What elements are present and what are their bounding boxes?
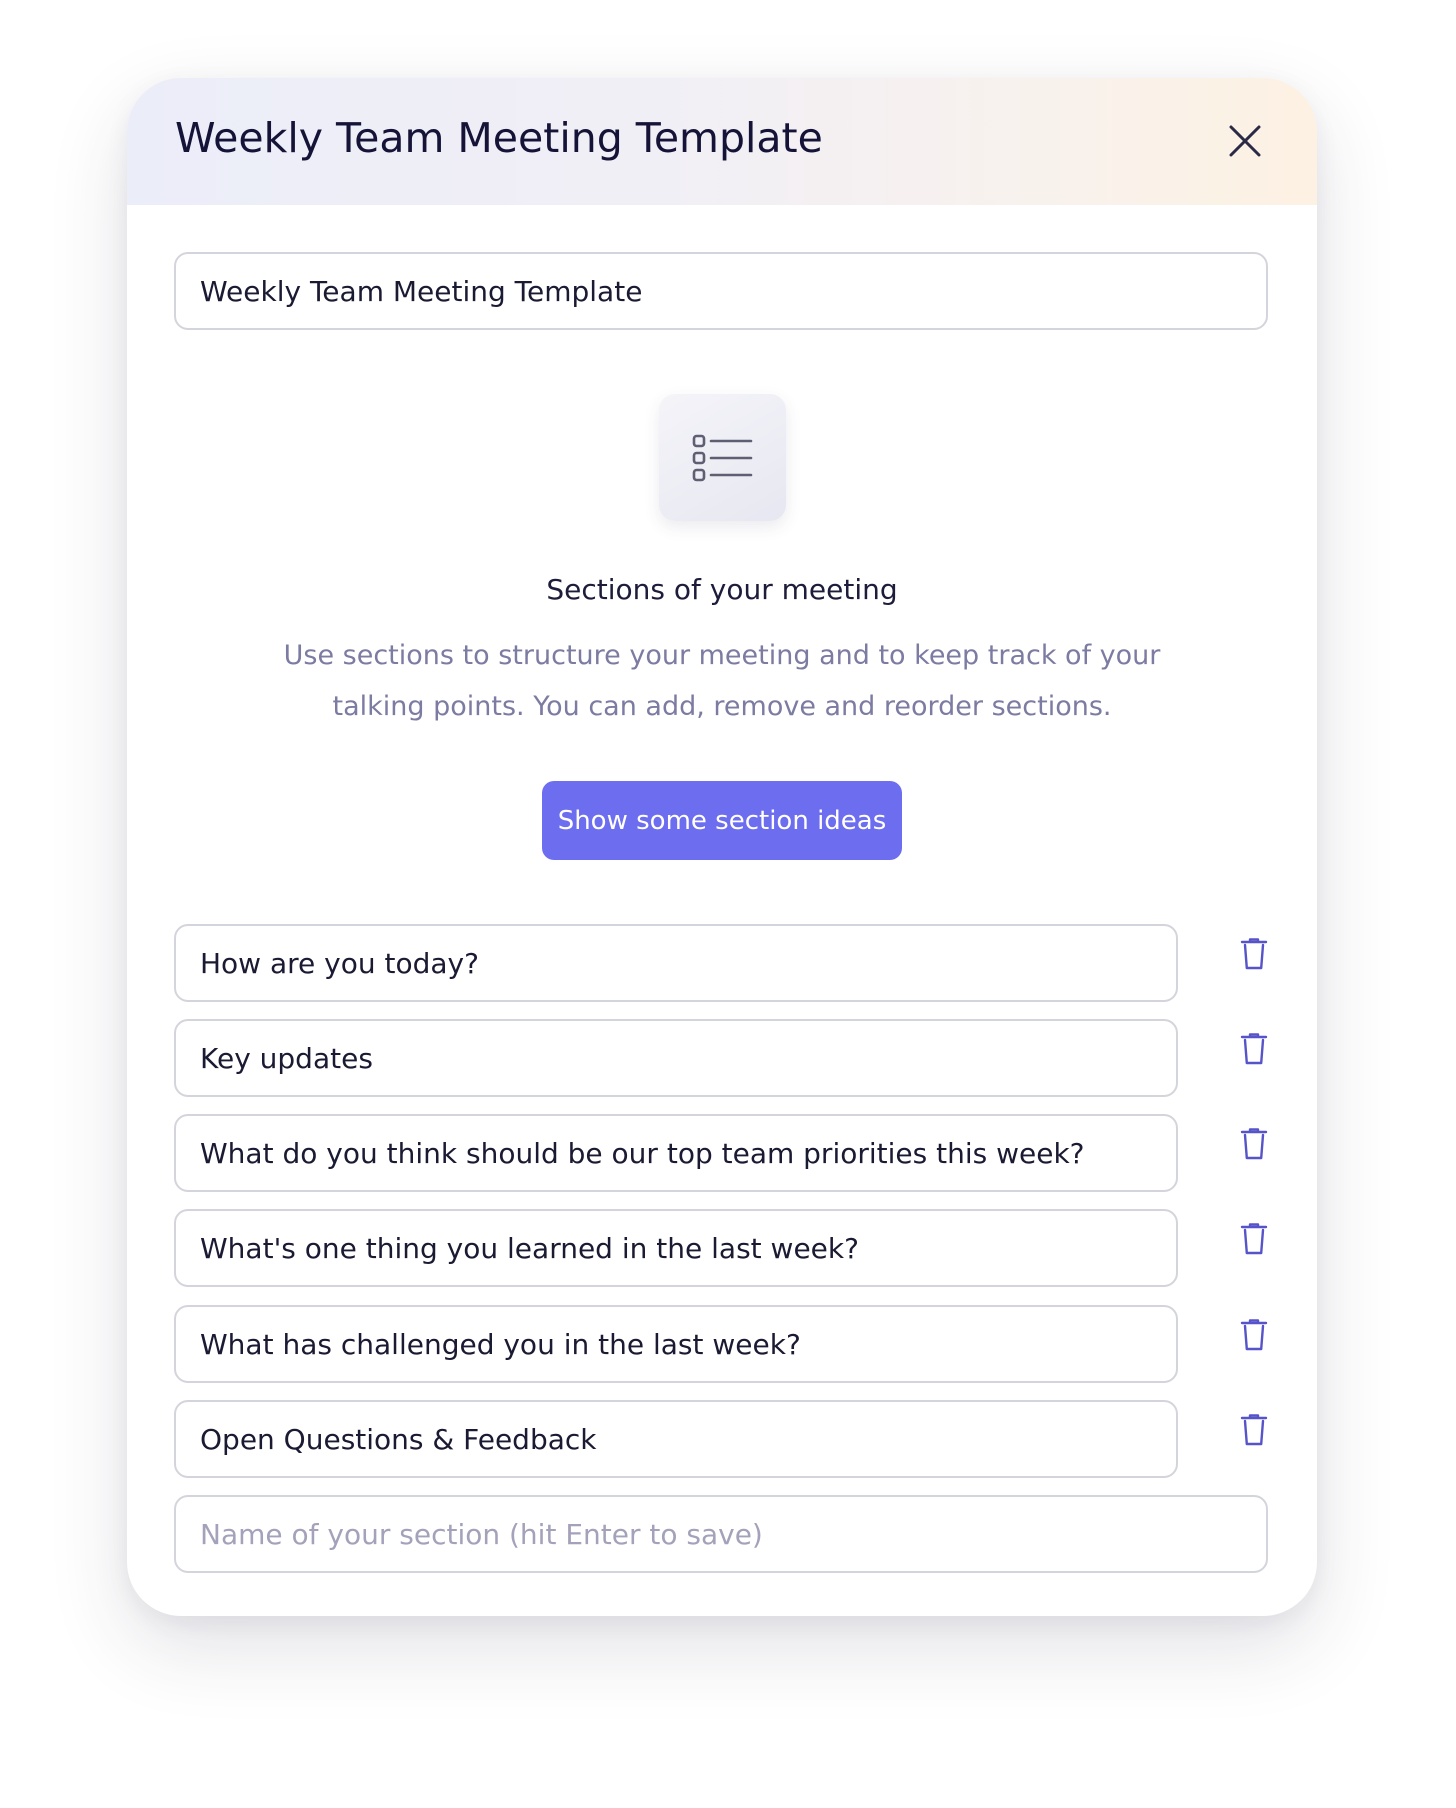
section-name-input[interactable] <box>174 1019 1178 1097</box>
section-row <box>174 924 1268 1002</box>
template-name-input[interactable] <box>174 252 1268 330</box>
section-name-input[interactable] <box>174 1209 1178 1287</box>
section-row <box>174 1305 1268 1383</box>
section-row <box>174 1019 1268 1097</box>
section-name-input[interactable] <box>174 924 1178 1002</box>
trash-icon <box>1240 1128 1268 1160</box>
section-name-input[interactable] <box>174 1114 1178 1192</box>
modal-title: Weekly Team Meeting Template <box>175 114 823 162</box>
list-icon <box>692 434 752 481</box>
trash-icon <box>1240 1223 1268 1255</box>
delete-section-button[interactable] <box>1234 930 1274 978</box>
section-name-input[interactable] <box>174 1305 1178 1383</box>
delete-section-button[interactable] <box>1234 1215 1274 1263</box>
section-row <box>174 1209 1268 1287</box>
delete-section-button[interactable] <box>1234 1406 1274 1454</box>
modal-header: Weekly Team Meeting Template <box>127 78 1317 205</box>
sections-icon-tile <box>659 394 786 521</box>
close-icon <box>1229 125 1261 157</box>
new-section-input[interactable] <box>174 1495 1268 1573</box>
delete-section-button[interactable] <box>1234 1311 1274 1359</box>
sections-heading: Sections of your meeting <box>546 573 898 606</box>
template-modal: Weekly Team Meeting Template Sections of… <box>127 78 1317 1616</box>
section-name-input[interactable] <box>174 1400 1178 1478</box>
show-section-ideas-button[interactable]: Show some section ideas <box>542 781 902 860</box>
delete-section-button[interactable] <box>1234 1120 1274 1168</box>
sections-description: Use sections to structure your meeting a… <box>283 640 1161 722</box>
trash-icon <box>1240 938 1268 970</box>
trash-icon <box>1240 1033 1268 1065</box>
close-button[interactable] <box>1217 113 1273 169</box>
trash-icon <box>1240 1414 1268 1446</box>
delete-section-button[interactable] <box>1234 1025 1274 1073</box>
section-row <box>174 1114 1268 1192</box>
trash-icon <box>1240 1319 1268 1351</box>
section-row <box>174 1400 1268 1478</box>
